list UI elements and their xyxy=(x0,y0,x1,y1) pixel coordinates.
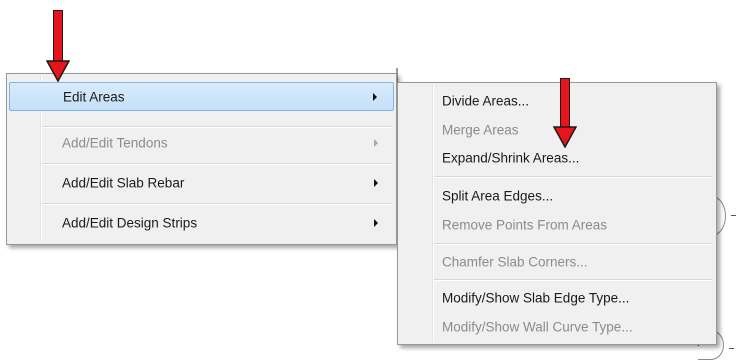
annotation-arrow-icon xyxy=(553,78,577,148)
menu-separator xyxy=(434,176,712,178)
submenu-item-label: Divide Areas... xyxy=(442,93,530,108)
submenu-item-label: Split Area Edges... xyxy=(442,188,554,203)
submenu-item-label: Modify/Show Slab Edge Type... xyxy=(442,290,630,305)
menu-item-add-edit-slab-rebar[interactable]: Add/Edit Slab Rebar xyxy=(9,168,394,197)
submenu-item-label: Merge Areas xyxy=(442,122,519,137)
context-menu: Edit Areas Add/Edit Tendons Add/Edit Sla… xyxy=(6,73,397,245)
submenu-arrow-icon xyxy=(374,138,378,147)
menu-item-label: Edit Areas xyxy=(63,89,125,104)
menu-item-add-edit-design-strips[interactable]: Add/Edit Design Strips xyxy=(9,208,394,237)
menu-item-edit-areas[interactable]: Edit Areas xyxy=(9,82,394,111)
submenu-item-modify-show-slab-edge-type[interactable]: Modify/Show Slab Edge Type... xyxy=(400,283,714,312)
menu-separator xyxy=(434,279,712,281)
menu-separator xyxy=(42,203,392,205)
grid-bubble-leader xyxy=(731,215,736,216)
submenu-item-chamfer-slab-corners[interactable]: Chamfer Slab Corners... xyxy=(400,247,714,276)
submenu-item-label: Expand/Shrink Areas... xyxy=(442,150,580,165)
submenu-arrow-icon xyxy=(373,92,377,101)
submenu-item-label: Remove Points From Areas xyxy=(442,217,608,232)
submenu-arrow-icon xyxy=(374,178,378,187)
menu-item-label: Add/Edit Tendons xyxy=(62,135,168,150)
submenu-item-label: Modify/Show Wall Curve Type... xyxy=(442,319,633,334)
submenu-item-modify-show-wall-curve-type[interactable]: Modify/Show Wall Curve Type... xyxy=(400,312,714,341)
submenu-item-label: Chamfer Slab Corners... xyxy=(442,254,588,269)
menu-item-label: Add/Edit Design Strips xyxy=(62,215,198,230)
submenu-arrow-icon xyxy=(374,218,378,227)
menu-item-label: Add/Edit Slab Rebar xyxy=(62,175,185,190)
submenu-item-remove-points-from-areas[interactable]: Remove Points From Areas xyxy=(400,210,714,239)
menu-separator xyxy=(434,243,712,245)
menu-separator xyxy=(42,163,392,165)
grid-bubble-leader xyxy=(729,348,734,349)
annotation-arrow-icon xyxy=(46,10,70,82)
menu-item-add-edit-tendons[interactable]: Add/Edit Tendons xyxy=(9,128,394,157)
submenu-item-split-area-edges[interactable]: Split Area Edges... xyxy=(400,181,714,210)
